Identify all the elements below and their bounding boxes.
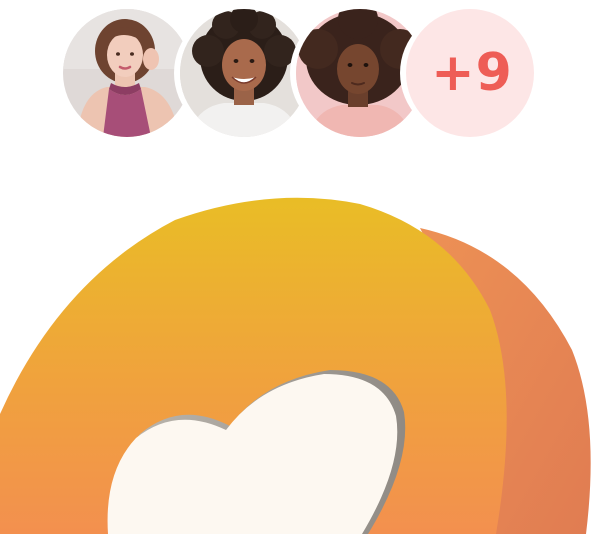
logo-graphic <box>0 197 591 534</box>
more-members-count[interactable]: +9 <box>406 9 534 137</box>
avatar-2[interactable] <box>180 9 308 137</box>
avatar-1[interactable] <box>63 9 191 137</box>
more-members-label: +9 <box>431 43 513 103</box>
person-portrait-icon <box>63 9 191 137</box>
avatar-3[interactable] <box>296 9 424 137</box>
person-portrait-icon <box>296 9 424 137</box>
person-portrait-icon <box>180 9 308 137</box>
heart-blob-logo-icon <box>0 180 592 534</box>
avatar-group: +9 <box>0 0 592 150</box>
